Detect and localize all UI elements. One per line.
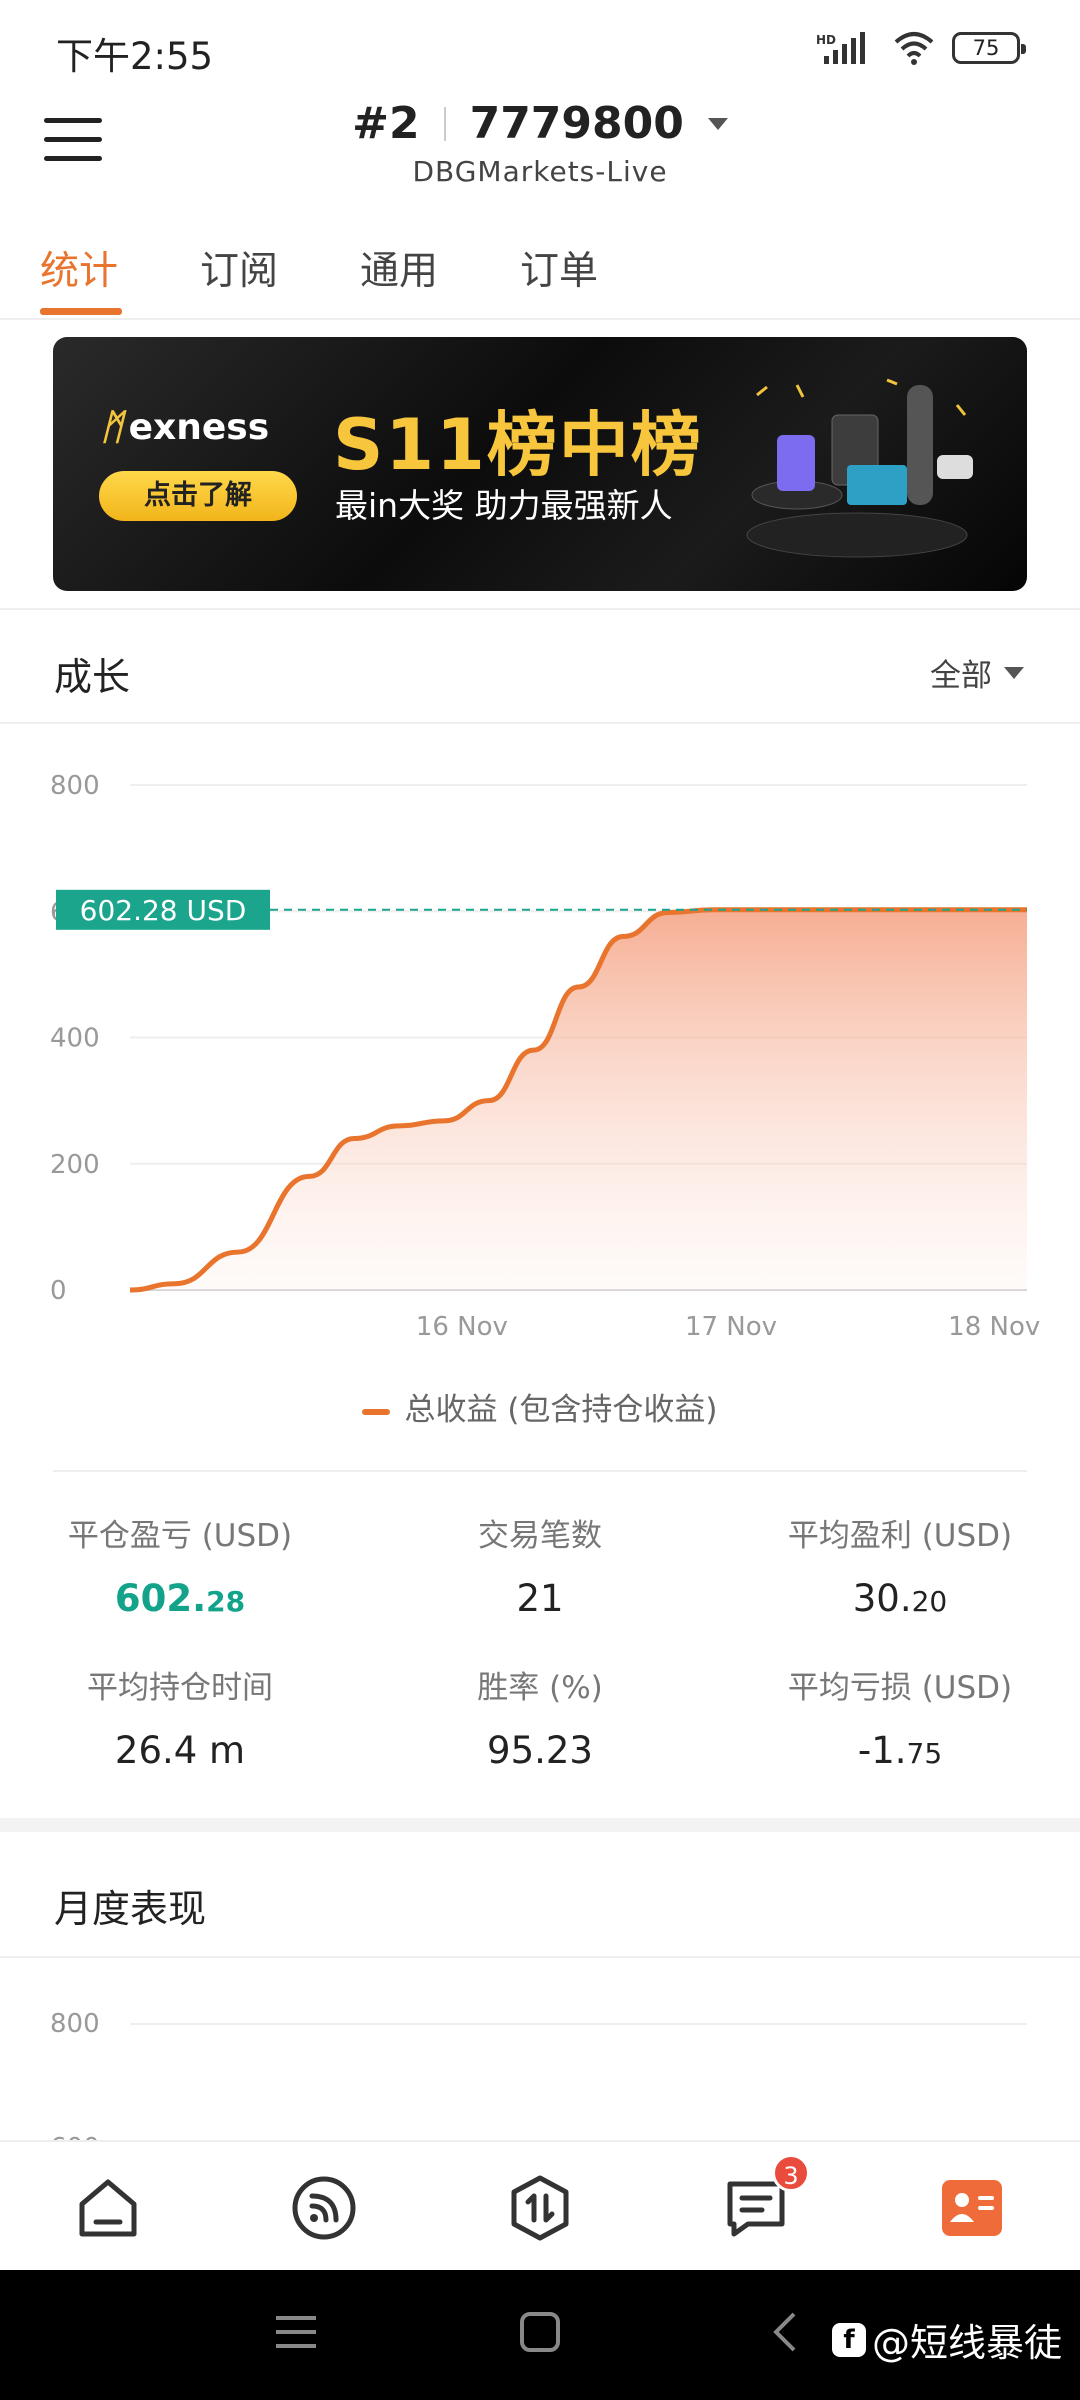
tab-general[interactable]: 通用 bbox=[360, 240, 438, 296]
stat-avg-hold-time: 平均持仓时间 26.4 m bbox=[0, 1662, 360, 1772]
banner-brand: exness bbox=[128, 407, 270, 448]
stat-label: 平均持仓时间 bbox=[87, 1670, 273, 1706]
stat-label: 平仓盈亏 (USD) bbox=[67, 1518, 293, 1554]
stat-trades: 交易笔数 21 bbox=[360, 1510, 720, 1620]
home-icon[interactable] bbox=[72, 2172, 144, 2244]
banner-cta-button[interactable]: 点击了解 bbox=[99, 471, 297, 521]
recent-apps-icon[interactable] bbox=[274, 2312, 318, 2352]
stat-label: 胜率 (%) bbox=[477, 1670, 603, 1706]
growth-chart-svg: 0200400600800 602.28 USD 16 Nov17 Nov18 … bbox=[50, 771, 1040, 1342]
system-navigation-bar: f @短线暴徒 bbox=[0, 2270, 1080, 2400]
server-name: DBGMarkets-Live bbox=[412, 155, 668, 188]
growth-section-header: 成长 全部 bbox=[0, 608, 1080, 724]
account-selector[interactable]: #2 7779800 DBGMarkets-Live bbox=[0, 98, 1080, 188]
tab-subscriptions[interactable]: 订阅 bbox=[200, 240, 278, 296]
period-filter-label: 全部 bbox=[930, 658, 992, 694]
bottom-navigation: 3 bbox=[0, 2140, 1080, 2270]
x-tick-label: 18 Nov bbox=[948, 1312, 1040, 1342]
exness-logo: ᛗ exness bbox=[101, 407, 270, 448]
monthly-ytick: 600 bbox=[50, 2133, 100, 2140]
banner-headline: S11榜中榜 bbox=[333, 404, 703, 486]
status-bar: 下午2:55 HD 75 bbox=[0, 0, 1080, 92]
chevron-down-icon[interactable] bbox=[707, 117, 728, 130]
chart-legend: 总收益 (包含持仓收益) bbox=[0, 1384, 1080, 1429]
prizes-image bbox=[746, 378, 973, 558]
y-tick-label: 800 bbox=[50, 771, 100, 801]
cellular-signal-icon: HD bbox=[816, 32, 865, 64]
feed-icon[interactable] bbox=[288, 2172, 360, 2244]
section-separator bbox=[0, 1818, 1080, 1832]
stat-label: 交易笔数 bbox=[478, 1518, 602, 1554]
stat-avg-loss: 平均亏损 (USD) -1.75 bbox=[720, 1662, 1080, 1772]
trade-icon[interactable] bbox=[504, 2172, 576, 2244]
stat-value: 602.28 bbox=[114, 1577, 246, 1620]
wifi-icon bbox=[894, 32, 934, 65]
messages-icon[interactable]: 3 bbox=[720, 2154, 810, 2244]
stat-label: 平均亏损 (USD) bbox=[787, 1670, 1013, 1706]
divider bbox=[53, 1470, 1027, 1472]
legend-label: 总收益 (包含持仓收益) bbox=[404, 1392, 718, 1428]
monthly-section-header: 月度表现 bbox=[0, 1842, 1080, 1958]
stat-value: 95.23 bbox=[487, 1729, 593, 1772]
battery-icon: 75 bbox=[952, 32, 1026, 64]
account-rank: #2 bbox=[352, 98, 420, 149]
x-tick-label: 16 Nov bbox=[416, 1312, 508, 1342]
back-icon[interactable] bbox=[770, 2310, 800, 2354]
home-button-icon[interactable] bbox=[518, 2310, 562, 2354]
monthly-ytick: 800 bbox=[50, 2009, 100, 2039]
status-icons: HD 75 bbox=[816, 28, 1026, 68]
legend-swatch bbox=[362, 1408, 391, 1415]
network-type: HD bbox=[816, 33, 836, 47]
promo-banner[interactable]: ᛗ exness 点击了解 S11榜中榜 最in大奖 助力最强新人 bbox=[53, 337, 1027, 591]
monthly-title: 月度表现 bbox=[54, 1887, 207, 1931]
tab-bar: 统计 订阅 通用 订单 bbox=[0, 228, 1080, 320]
status-time: 下午2:55 bbox=[56, 35, 214, 78]
banner-subline: 最in大奖 助力最强新人 bbox=[335, 486, 673, 525]
messages-badge: 3 bbox=[772, 2154, 810, 2192]
chevron-down-icon bbox=[1004, 666, 1024, 679]
stat-value: 26.4 m bbox=[114, 1729, 246, 1772]
x-tick-label: 17 Nov bbox=[685, 1312, 777, 1342]
watermark-text: @短线暴徒 bbox=[871, 2321, 1062, 2365]
stat-closed-pnl: 平仓盈亏 (USD) 602.28 bbox=[0, 1510, 360, 1620]
y-tick-label: 0 bbox=[50, 1276, 67, 1306]
current-value-label: 602.28 USD bbox=[80, 894, 247, 927]
growth-title: 成长 bbox=[54, 655, 131, 699]
account-divider bbox=[443, 106, 446, 141]
account-number: 7779800 bbox=[469, 98, 684, 149]
period-filter-dropdown[interactable]: 全部 bbox=[930, 650, 1024, 695]
battery-level: 75 bbox=[972, 36, 1000, 60]
monthly-chart-svg: 800 600 bbox=[50, 2009, 1027, 2140]
stat-win-rate: 胜率 (%) 95.23 bbox=[360, 1662, 720, 1772]
stat-value: 21 bbox=[516, 1577, 564, 1620]
profile-icon[interactable] bbox=[936, 2172, 1008, 2244]
growth-chart[interactable]: 0200400600800 602.28 USD 16 Nov17 Nov18 … bbox=[0, 740, 1080, 1440]
stat-label: 平均盈利 (USD) bbox=[787, 1518, 1013, 1554]
monthly-chart[interactable]: 800 600 bbox=[0, 1960, 1080, 2140]
y-tick-label: 200 bbox=[50, 1150, 100, 1180]
tab-statistics[interactable]: 统计 bbox=[40, 240, 118, 296]
stat-value: 30.20 bbox=[852, 1577, 948, 1620]
tab-orders[interactable]: 订单 bbox=[520, 240, 598, 296]
stat-avg-profit: 平均盈利 (USD) 30.20 bbox=[720, 1510, 1080, 1620]
stat-value: -1.75 bbox=[857, 1729, 943, 1772]
watermark: f @短线暴徒 bbox=[831, 2312, 1062, 2367]
y-tick-label: 400 bbox=[50, 1024, 100, 1054]
active-tab-indicator bbox=[40, 308, 122, 315]
douyin-logo-icon: f bbox=[831, 2322, 866, 2357]
